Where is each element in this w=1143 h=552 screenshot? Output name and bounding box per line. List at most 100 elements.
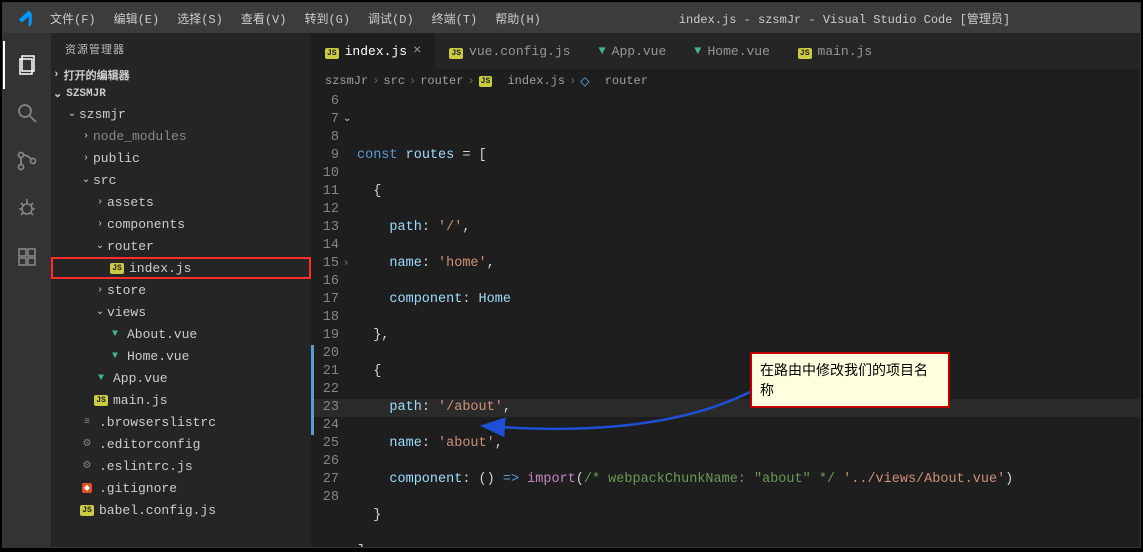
vscode-logo-icon [7,9,42,27]
tree-about-vue[interactable]: ▼About.vue [51,323,311,345]
tree-main-js[interactable]: JSmain.js [51,389,311,411]
tree-label: views [107,305,146,320]
breadcrumb-item[interactable]: src [383,74,405,88]
tree-label: babel.config.js [99,503,216,518]
chevron-down-icon: ⌄ [65,108,79,120]
activity-scm-icon[interactable] [3,137,51,185]
menu-go[interactable]: 转到(G) [296,6,358,31]
tree-home-vue[interactable]: ▼Home.vue [51,345,311,367]
chevron-down-icon: ⌄ [93,240,107,252]
sidebar-title: 资源管理器 [51,33,311,65]
tab-app-vue[interactable]: ▼App.vue [584,33,680,69]
titlebar: 文件(F) 编辑(E) 选择(S) 查看(V) 转到(G) 调试(D) 终端(T… [3,3,1140,33]
tree-store[interactable]: ›store [51,279,311,301]
code-editor[interactable]: ⌄ › 678910111213141516171819202122232425… [311,93,1140,547]
breadcrumb[interactable]: szsmJr› src› router› JS index.js› ◇ rout… [311,69,1140,93]
breadcrumb-item[interactable]: szsmJr [325,74,368,88]
breadcrumb-item[interactable]: index.js [507,74,565,88]
tree-label: Home.vue [127,349,189,364]
menu-selection[interactable]: 选择(S) [169,6,231,31]
tab-label: vue.config.js [469,44,570,59]
editor-area: JS index.js × JS vue.config.js ▼App.vue ▼Ho… [311,33,1140,547]
tree-label: index.js [129,261,191,276]
annotation-arrow [480,382,760,442]
tab-label: index.js [345,44,407,59]
tree-label: .browserslistrc [99,415,216,430]
tree-eslintrc[interactable]: ⚙.eslintrc.js [51,455,311,477]
chevron-right-icon: › [409,74,416,88]
annotation-text: 在路由中修改我们的项目名称 [760,362,928,398]
tree-router[interactable]: ⌄router [51,235,311,257]
open-editors-header[interactable]: › 打开的编辑器 [51,65,311,85]
menu-help[interactable]: 帮助(H) [487,6,549,31]
git-icon: ◆ [79,480,95,496]
chevron-right-icon: › [569,74,576,88]
menu-terminal[interactable]: 终端(T) [424,6,486,31]
activity-explorer-icon[interactable] [3,41,51,89]
tree-label: About.vue [127,327,197,342]
project-header[interactable]: ⌄SZSMJR [51,85,311,103]
tree-assets[interactable]: ›assets [51,191,311,213]
tree-label: public [93,151,140,166]
gear-icon: ⚙ [79,436,95,452]
tree-components[interactable]: ›components [51,213,311,235]
tree-label: node_modules [93,129,187,144]
menu-file[interactable]: 文件(F) [42,6,104,31]
chevron-down-icon: ⌄ [93,306,107,318]
activity-debug-icon[interactable] [3,185,51,233]
tree-label: szsmjr [79,107,126,122]
tree-label: App.vue [113,371,168,386]
breadcrumb-item[interactable]: router [605,74,648,88]
tree-browserslistrc[interactable]: ≡ .browserslistrc [51,411,311,433]
activity-extensions-icon[interactable] [3,233,51,281]
vue-icon: ▼ [93,370,109,386]
tree-router-index[interactable]: JS index.js [51,257,311,279]
activity-search-icon[interactable] [3,89,51,137]
close-icon[interactable]: × [413,43,421,59]
js-icon: JS [798,44,812,59]
breadcrumb-item[interactable]: router [420,74,463,88]
line-numbers: 6789101112131415161718192021222324252627… [311,93,357,547]
menu-edit[interactable]: 编辑(E) [106,6,168,31]
tree-app-vue[interactable]: ▼ App.vue [51,367,311,389]
tree-label: .eslintrc.js [99,459,193,474]
tab-main-js[interactable]: JS main.js [784,33,886,69]
chevron-right-icon: › [467,74,474,88]
tree-gitignore[interactable]: ◆ .gitignore [51,477,311,499]
code-content[interactable]: const routes = [ { path: '/', name: 'hom… [357,93,1140,547]
tree-src[interactable]: ⌄src [51,169,311,191]
js-icon: JS [109,260,125,276]
tab-home-vue[interactable]: ▼Home.vue [680,33,784,69]
tab-vue-config[interactable]: JS vue.config.js [435,33,584,69]
open-editors-label: 打开的编辑器 [64,67,130,83]
tree-label: store [107,283,146,298]
tree-node-modules[interactable]: ›node_modules [51,125,311,147]
chevron-down-icon: ⌄ [79,174,93,186]
menu-debug[interactable]: 调试(D) [360,6,422,31]
vue-icon: ▼ [598,44,605,58]
chevron-down-icon: ⌄ [53,87,62,101]
js-icon: JS [479,76,493,87]
tree-label: components [107,217,185,232]
tree-root[interactable]: ⌄szsmjr [51,103,311,125]
chevron-right-icon: › [53,69,60,81]
js-icon: JS [325,44,339,59]
window-title: index.js - szsmJr - Visual Studio Code [… [549,10,1140,27]
js-icon: JS [449,44,463,59]
tree-babel[interactable]: JSbabel.config.js [51,499,311,521]
chevron-right-icon: › [93,197,107,208]
editor-tabs: JS index.js × JS vue.config.js ▼App.vue ▼Ho… [311,33,1140,69]
sidebar-explorer: 资源管理器 ›打开的编辑器 ⌄SZSMJR ⌄szsmjr ›node_modu… [51,33,311,547]
chevron-right-icon: › [79,153,93,164]
tree-public[interactable]: ›public [51,147,311,169]
tree-editorconfig[interactable]: ⚙.editorconfig [51,433,311,455]
tree-label: router [107,239,154,254]
tab-label: main.js [818,44,873,59]
config-icon: ≡ [79,414,95,430]
tab-index-js[interactable]: JS index.js × [311,33,435,69]
annotation-callout: 在路由中修改我们的项目名称 [750,352,950,408]
tree-label: .gitignore [99,481,177,496]
file-tree: ⌄szsmjr ›node_modules ›public ⌄src ›asse… [51,103,311,521]
menu-view[interactable]: 查看(V) [233,6,295,31]
tree-views[interactable]: ⌄views [51,301,311,323]
